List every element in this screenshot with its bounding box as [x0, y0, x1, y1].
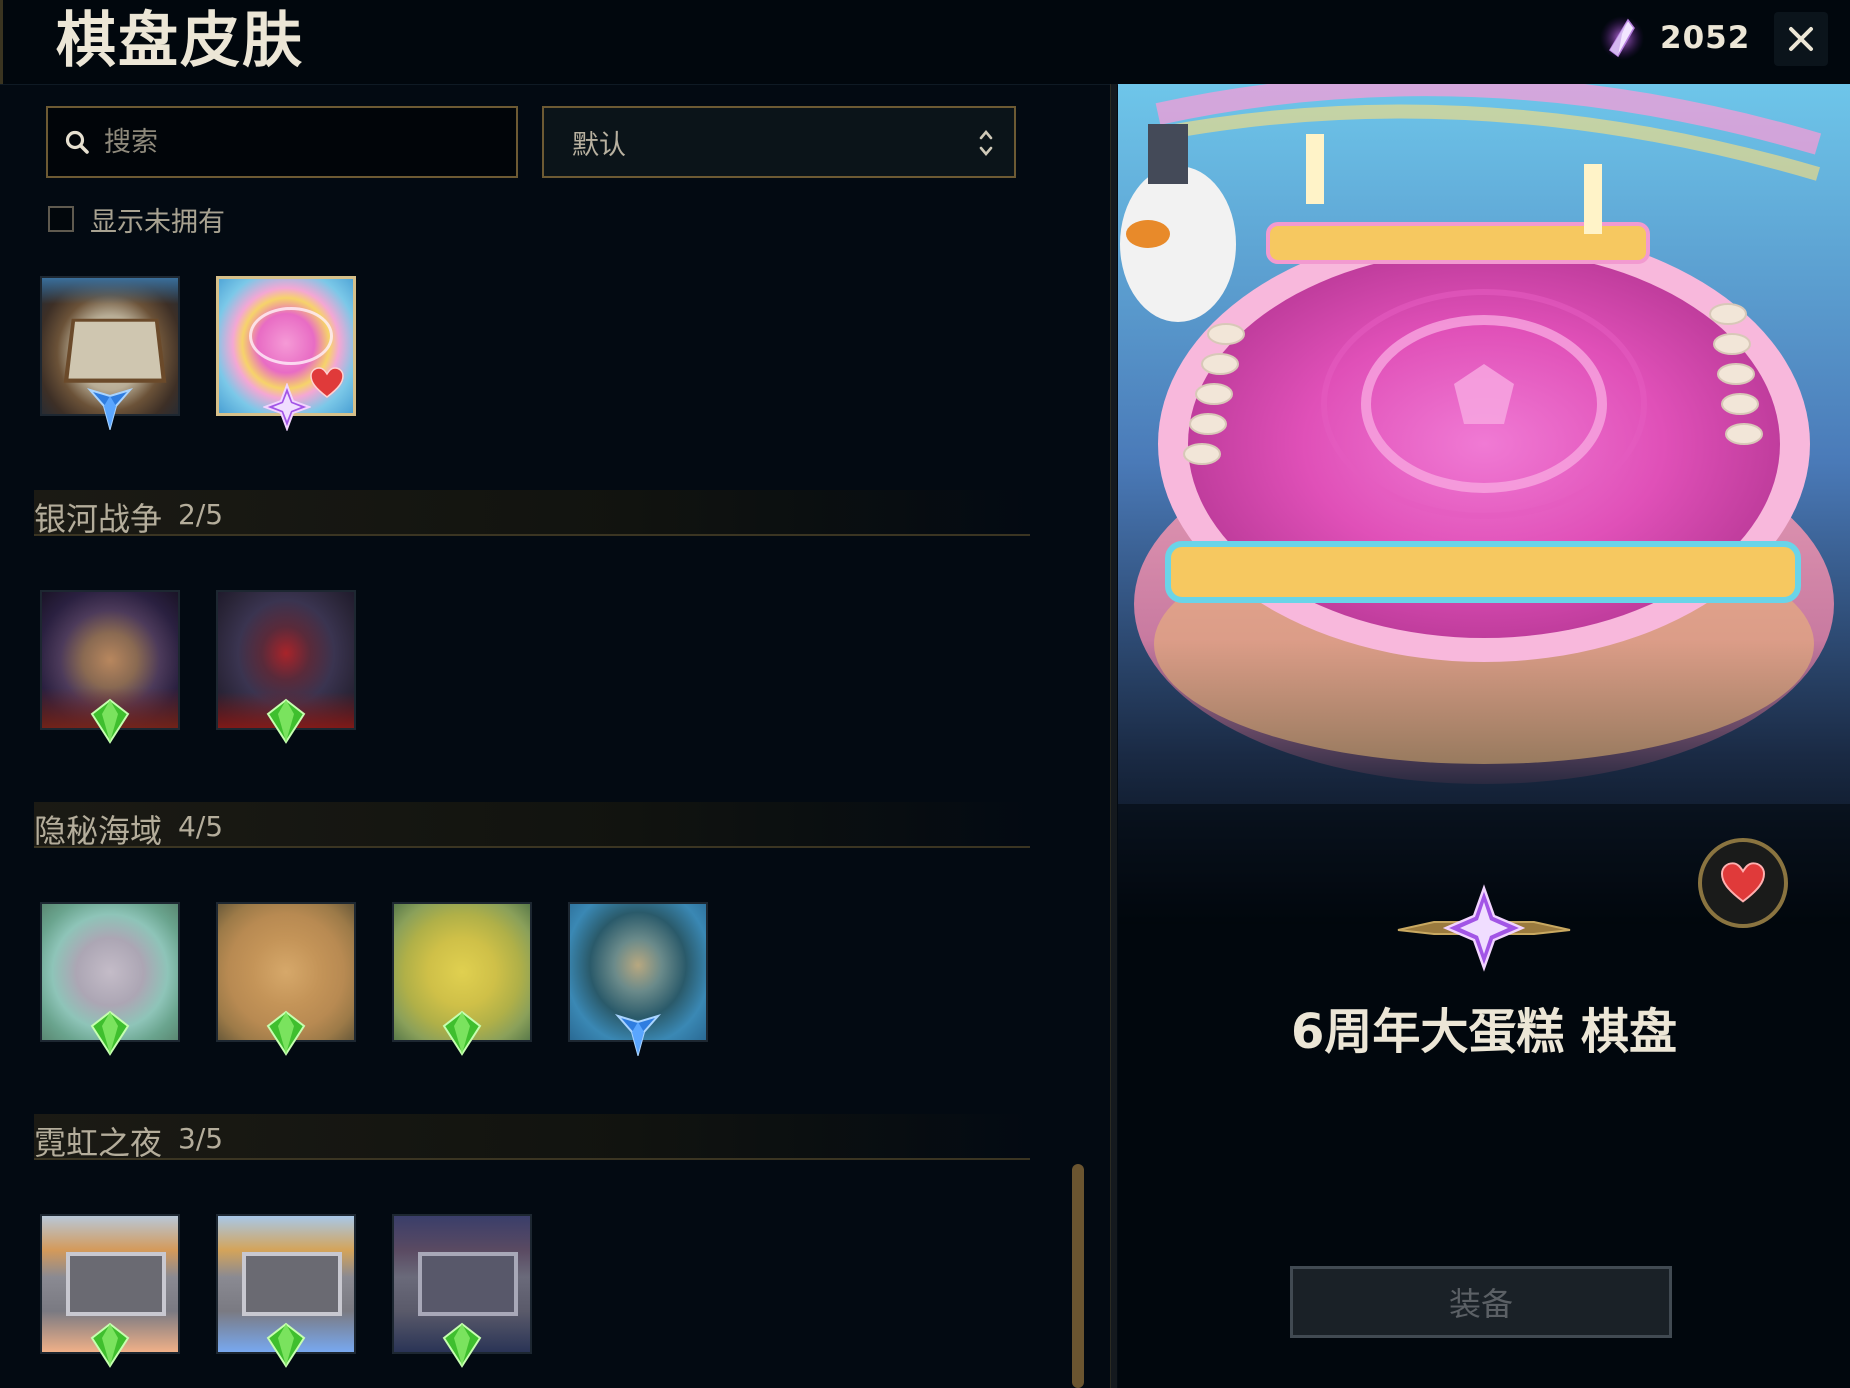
- skin-tile-sea-yellow[interactable]: [392, 902, 532, 1056]
- green-rarity-gem-icon: [90, 1010, 130, 1056]
- show-unowned-checkbox[interactable]: [48, 206, 74, 232]
- section-count: 4/5: [178, 810, 224, 843]
- selected-skin-name: 6周年大蛋糕 棋盘: [1290, 1004, 1678, 1060]
- section-count: 2/5: [178, 498, 224, 531]
- header-edge-accent: [0, 0, 3, 84]
- rare-shard-icon: [1600, 16, 1644, 60]
- skin-detail-panel: 6周年大蛋糕 棋盘 装备: [1118, 84, 1850, 1388]
- search-icon: [65, 130, 89, 154]
- currency-amount: 2052: [1660, 20, 1751, 56]
- favorite-button[interactable]: [1698, 838, 1788, 928]
- currency-display: 2052: [1598, 14, 1750, 62]
- green-rarity-gem-icon: [90, 698, 130, 744]
- skin-tile-birthday-cake[interactable]: [216, 276, 356, 431]
- updown-chevron-icon: [979, 129, 993, 157]
- skin-tile-neon-night[interactable]: [392, 1214, 532, 1368]
- show-unowned-label: 显示未拥有: [90, 206, 225, 238]
- green-rarity-gem-icon: [266, 698, 306, 744]
- blue-rarity-gem-icon: [86, 388, 134, 430]
- close-icon: [1789, 27, 1813, 51]
- favorite-heart-icon: [310, 367, 344, 398]
- rarity-emblem-icon: [1397, 884, 1571, 972]
- sort-selected-value: 默认: [572, 129, 626, 161]
- green-rarity-gem-icon: [442, 1322, 482, 1368]
- green-rarity-gem-icon: [266, 1322, 306, 1368]
- panel-divider: [1110, 84, 1117, 1388]
- skin-tile-neon-orange[interactable]: [40, 1214, 180, 1368]
- skin-tile-sea-blue[interactable]: [568, 902, 708, 1056]
- skin-tile-galaxy-red[interactable]: [216, 590, 356, 744]
- sort-dropdown[interactable]: 默认: [542, 106, 1016, 178]
- skin-tile-stone-arena[interactable]: [40, 276, 180, 430]
- close-button[interactable]: [1774, 12, 1828, 66]
- skin-list-panel: 默认 显示未拥有 银河战争 2/5: [0, 84, 1112, 1388]
- skin-tile-sea-light[interactable]: [40, 902, 180, 1056]
- section-title: 银河战争: [34, 500, 163, 538]
- section-title: 霓虹之夜: [34, 1124, 163, 1162]
- show-unowned-toggle[interactable]: 显示未拥有: [48, 202, 225, 238]
- section-title: 隐秘海域: [34, 812, 163, 850]
- search-input[interactable]: [102, 113, 496, 171]
- window-header: 棋盘皮肤 2052: [0, 0, 1850, 85]
- page-title: 棋盘皮肤: [56, 6, 304, 76]
- skin-tile-galaxy-dark[interactable]: [40, 590, 180, 744]
- green-rarity-gem-icon: [442, 1010, 482, 1056]
- section-header-neon-night: 霓虹之夜 3/5: [34, 1114, 1030, 1162]
- board-preview-image: [1118, 84, 1850, 924]
- green-rarity-gem-icon: [266, 1010, 306, 1056]
- equip-button-label: 装备: [1448, 1285, 1513, 1323]
- skin-tile-sea-gold[interactable]: [216, 902, 356, 1056]
- purple-rarity-gem-icon: [263, 383, 311, 431]
- green-rarity-gem-icon: [90, 1322, 130, 1368]
- list-scrollbar[interactable]: [1072, 1164, 1084, 1388]
- search-box[interactable]: [46, 106, 518, 178]
- equip-button[interactable]: 装备: [1290, 1266, 1672, 1338]
- heart-icon: [1721, 862, 1765, 903]
- skin-tile-neon-blue[interactable]: [216, 1214, 356, 1368]
- section-header-hidden-sea: 隐秘海域 4/5: [34, 802, 1030, 850]
- blue-rarity-gem-icon: [614, 1014, 662, 1056]
- section-header-galaxy: 银河战争 2/5: [34, 490, 1030, 538]
- section-count: 3/5: [178, 1122, 224, 1155]
